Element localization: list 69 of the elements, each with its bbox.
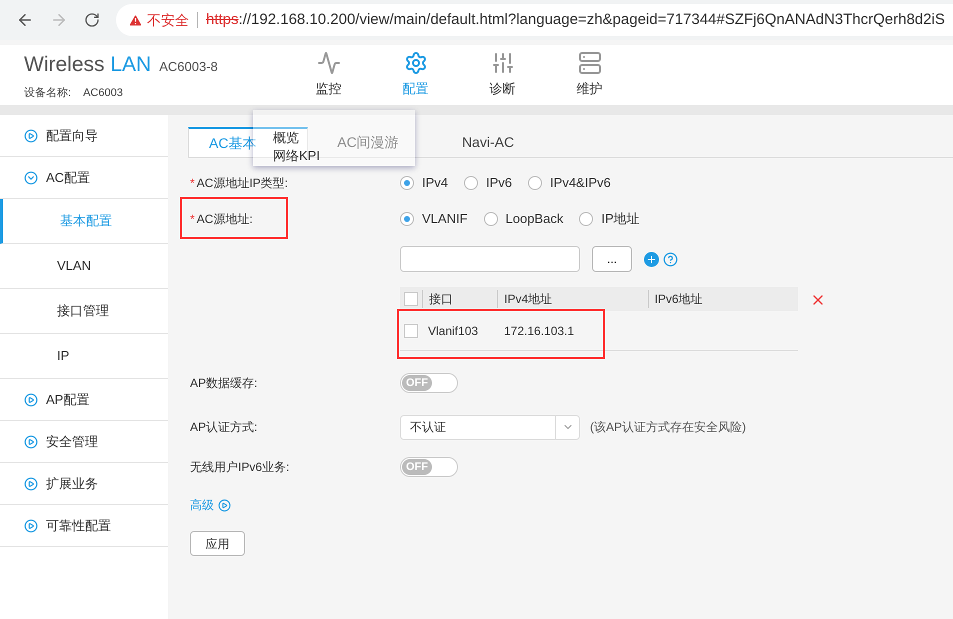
collapse-icon <box>24 170 38 184</box>
warning-icon <box>128 12 143 28</box>
sidebar-item[interactable]: 接口管理 <box>0 289 168 334</box>
sidebar-group[interactable]: 配置向导 <box>0 115 168 157</box>
checkbox[interactable] <box>404 292 418 306</box>
field-label: 无线用户IPv6业务: <box>190 459 290 476</box>
apply-button[interactable]: 应用 <box>190 531 245 556</box>
radio-button[interactable] <box>400 212 414 226</box>
select-field[interactable]: 不认证 <box>400 414 580 440</box>
back-icon[interactable] <box>16 11 34 29</box>
expand-icon <box>24 518 38 532</box>
column-header: IPv6地址 <box>648 290 798 308</box>
device-label: 设备名称: <box>24 86 72 100</box>
radio-label: IPv4 <box>422 174 448 192</box>
expand-icon <box>24 128 38 142</box>
required-mark: * <box>190 211 195 228</box>
radio-label: IPv6 <box>486 174 512 192</box>
radio-button[interactable] <box>464 176 478 190</box>
sidebar-group[interactable]: 扩展业务 <box>0 463 168 505</box>
menu-item[interactable]: 概览 <box>273 130 299 146</box>
radio-label: IPv4&IPv6 <box>550 174 611 192</box>
address-bar[interactable]: 不安全 https://192.168.10.200/view/main/default.html?language=zh&pageid=717344#SZFj6QnANAdN3ThcrQerh8d2iS <box>116 4 953 36</box>
reload-icon[interactable] <box>84 12 100 28</box>
server-icon <box>578 51 602 76</box>
tab[interactable]: Navi-AC <box>428 127 548 157</box>
radio-label: VLANIF <box>422 210 468 228</box>
sidebar-item[interactable]: VLAN <box>0 244 168 289</box>
radio-button[interactable] <box>579 212 594 226</box>
expand-icon <box>24 434 38 448</box>
input-field[interactable] <box>400 246 580 272</box>
row-checkbox[interactable] <box>404 324 418 338</box>
field-label: AP认证方式: <box>190 419 258 436</box>
nav-tab[interactable]: 监控 <box>285 51 372 99</box>
nav-tab[interactable]: 维护 <box>546 51 633 99</box>
monitor-icon <box>316 51 340 76</box>
table-cell-text: 172.16.103.1 <box>503 322 576 340</box>
sidebar-item[interactable]: IP <box>0 334 168 379</box>
radio-button[interactable] <box>484 212 498 226</box>
field-label: AP数据缓存: <box>190 375 258 392</box>
field-label: AC源地址: <box>196 211 253 228</box>
model-name: AC6003-8 <box>159 58 218 76</box>
expand-icon <box>24 476 38 490</box>
expand-icon <box>24 392 38 406</box>
column-header: IPv4地址 <box>497 290 648 308</box>
help-icon[interactable] <box>663 252 678 266</box>
sidebar-group[interactable]: AP配置 <box>0 379 168 421</box>
required-mark: * <box>190 174 195 192</box>
sidebar-group[interactable]: 可靠性配置 <box>0 505 168 547</box>
brand-title: Wireless LAN <box>24 52 152 78</box>
radio-button[interactable] <box>400 176 414 190</box>
radio-label: LoopBack <box>506 210 564 228</box>
radio-label: IP地址 <box>601 210 640 228</box>
security-label: 不安全 <box>147 10 189 30</box>
add-icon[interactable] <box>644 252 659 266</box>
url-text: https://192.168.10.200/view/main/default.html?language=zh&pageid=717344#SZFj6QnANAdN3ThcrQerh8d2iS <box>206 10 945 30</box>
sidebar-group[interactable]: 安全管理 <box>0 421 168 463</box>
gear-icon <box>404 51 428 76</box>
field-label: AC源地址IP类型: <box>196 174 288 192</box>
column-header: 接口 <box>422 290 498 308</box>
nav-tab[interactable]: 诊断 <box>459 51 546 99</box>
expand-icon <box>218 498 231 512</box>
sliders-icon <box>490 51 514 76</box>
browse-button[interactable]: ... <box>592 246 632 272</box>
warning-note: (该AP认证方式存在安全风险) <box>590 419 746 436</box>
sidebar-group[interactable]: AC配置 <box>0 157 168 199</box>
device-name: AC6003 <box>83 86 123 100</box>
radio-button[interactable] <box>528 176 542 190</box>
forward-icon[interactable] <box>50 11 68 29</box>
table-cell-text: Vlanif103 <box>427 322 480 340</box>
